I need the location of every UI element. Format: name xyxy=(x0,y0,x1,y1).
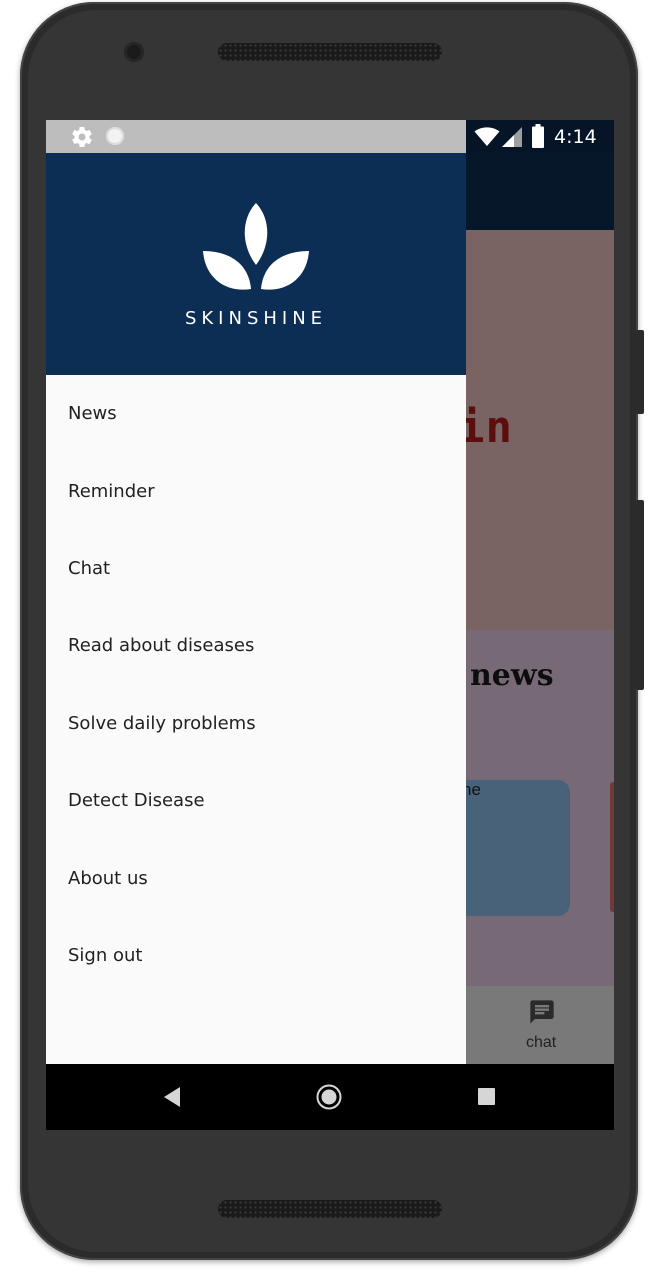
recents-icon[interactable] xyxy=(478,1088,495,1105)
settings-icon xyxy=(72,127,92,148)
menu-item-detect-disease[interactable]: Detect Disease xyxy=(46,762,466,839)
bottom-speaker xyxy=(218,1200,442,1218)
wifi-icon xyxy=(474,127,500,146)
status-bar: 4:14 xyxy=(46,120,614,153)
navigation-drawer: SKINSHINE News Reminder Chat Read about … xyxy=(46,153,466,1064)
status-time: 4:14 xyxy=(554,126,597,148)
top-speaker xyxy=(218,43,442,61)
leaf-logo-icon xyxy=(203,203,309,290)
brand-name: SKINSHINE xyxy=(184,308,328,329)
menu-item-read-about-diseases[interactable]: Read about diseases xyxy=(46,607,466,684)
back-icon[interactable] xyxy=(162,1086,182,1108)
drawer-menu: News Reminder Chat Read about diseases S… xyxy=(46,375,466,994)
drawer-header: SKINSHINE xyxy=(46,153,466,375)
status-indicators: 4:14 xyxy=(470,124,614,150)
front-camera xyxy=(124,42,144,62)
menu-item-about-us[interactable]: About us xyxy=(46,839,466,916)
home-icon[interactable] xyxy=(316,1084,342,1110)
menu-item-news[interactable]: News xyxy=(46,375,466,452)
menu-item-sign-out[interactable]: Sign out xyxy=(46,917,466,994)
menu-item-solve-daily-problems[interactable]: Solve daily problems xyxy=(46,685,466,762)
signal-icon xyxy=(502,127,522,147)
power-button xyxy=(636,500,644,690)
menu-item-chat[interactable]: Chat xyxy=(46,530,466,607)
menu-item-reminder[interactable]: Reminder xyxy=(46,452,466,529)
volume-button xyxy=(636,330,644,414)
screen: in news ne chat xyxy=(46,120,614,1130)
system-nav-bar xyxy=(46,1064,614,1130)
circle-icon xyxy=(106,127,124,145)
battery-icon xyxy=(532,124,544,148)
